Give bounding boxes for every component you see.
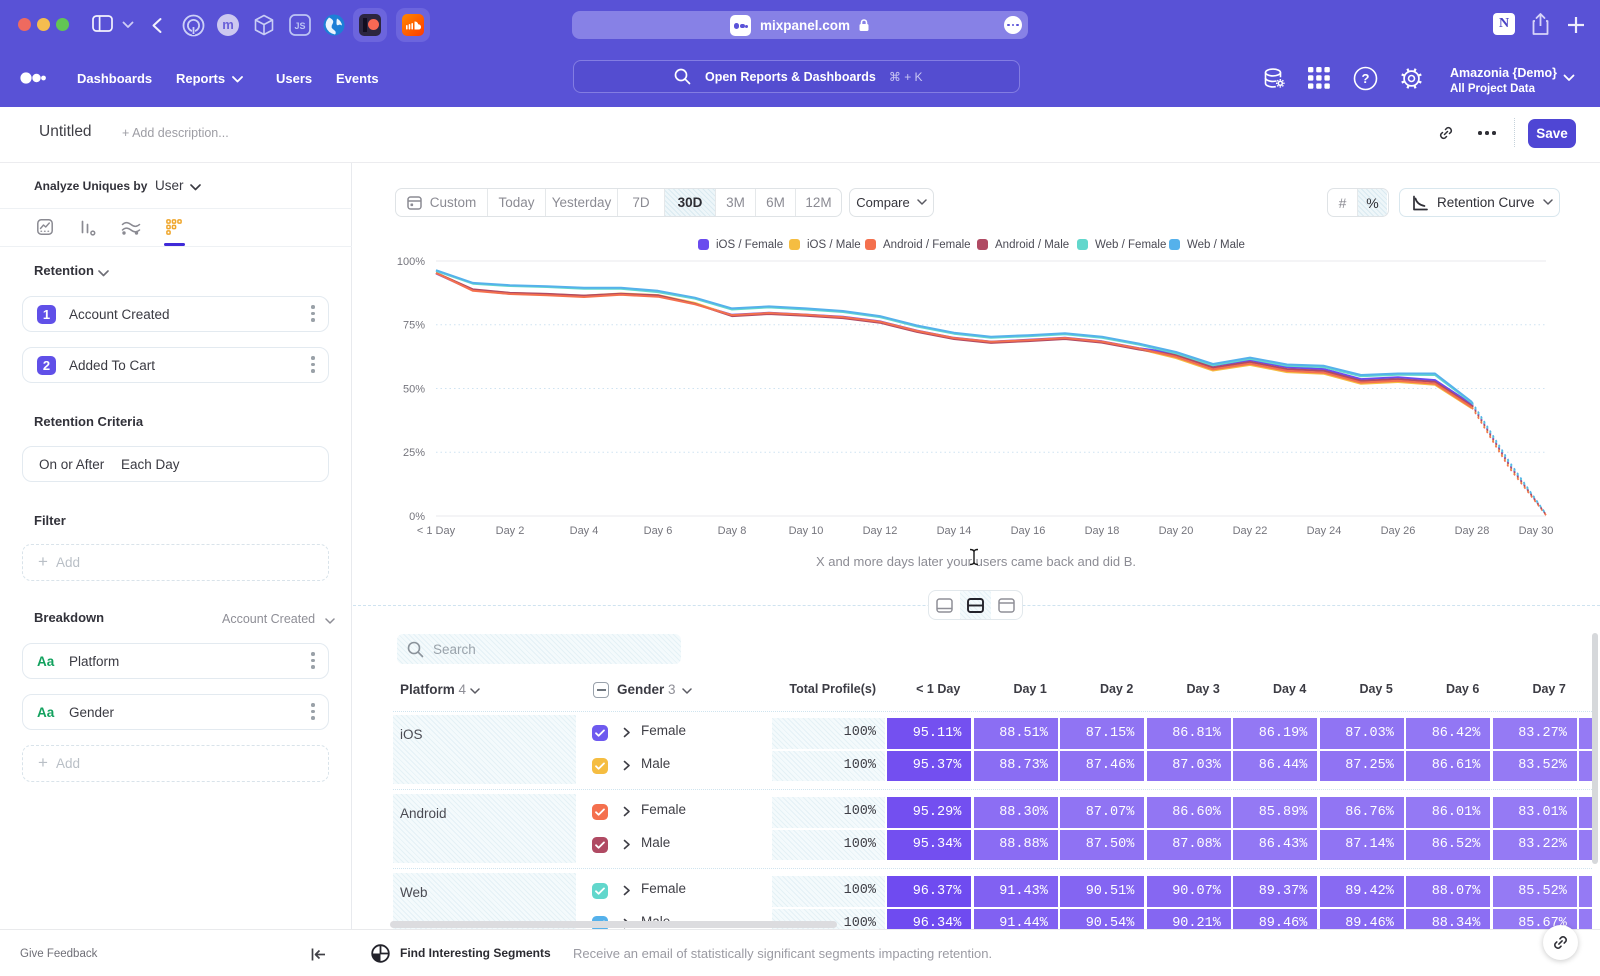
svg-text:50%: 50% xyxy=(403,383,425,395)
svg-text:Day 14: Day 14 xyxy=(937,525,972,537)
svg-text:< 1 Day: < 1 Day xyxy=(417,525,456,537)
svg-text:25%: 25% xyxy=(403,447,425,459)
svg-text:100%: 100% xyxy=(397,256,425,268)
svg-text:Day 24: Day 24 xyxy=(1307,525,1342,537)
svg-text:Day 2: Day 2 xyxy=(496,525,525,537)
svg-text:Day 6: Day 6 xyxy=(644,525,673,537)
svg-text:Day 26: Day 26 xyxy=(1381,525,1416,537)
svg-text:Day 12: Day 12 xyxy=(863,525,898,537)
svg-text:0%: 0% xyxy=(409,511,425,523)
svg-text:Day 22: Day 22 xyxy=(1233,525,1268,537)
svg-text:Day 8: Day 8 xyxy=(718,525,747,537)
svg-text:Day 20: Day 20 xyxy=(1159,525,1194,537)
svg-text:Day 16: Day 16 xyxy=(1011,525,1046,537)
svg-text:75%: 75% xyxy=(403,320,425,332)
svg-text:?: ? xyxy=(1362,71,1370,86)
svg-text:Day 18: Day 18 xyxy=(1085,525,1120,537)
svg-text:Day 4: Day 4 xyxy=(570,525,599,537)
svg-text:JS: JS xyxy=(294,21,305,31)
svg-text:Day 10: Day 10 xyxy=(789,525,824,537)
svg-text:Day 30: Day 30 xyxy=(1519,525,1554,537)
svg-text:Day 28: Day 28 xyxy=(1455,525,1490,537)
